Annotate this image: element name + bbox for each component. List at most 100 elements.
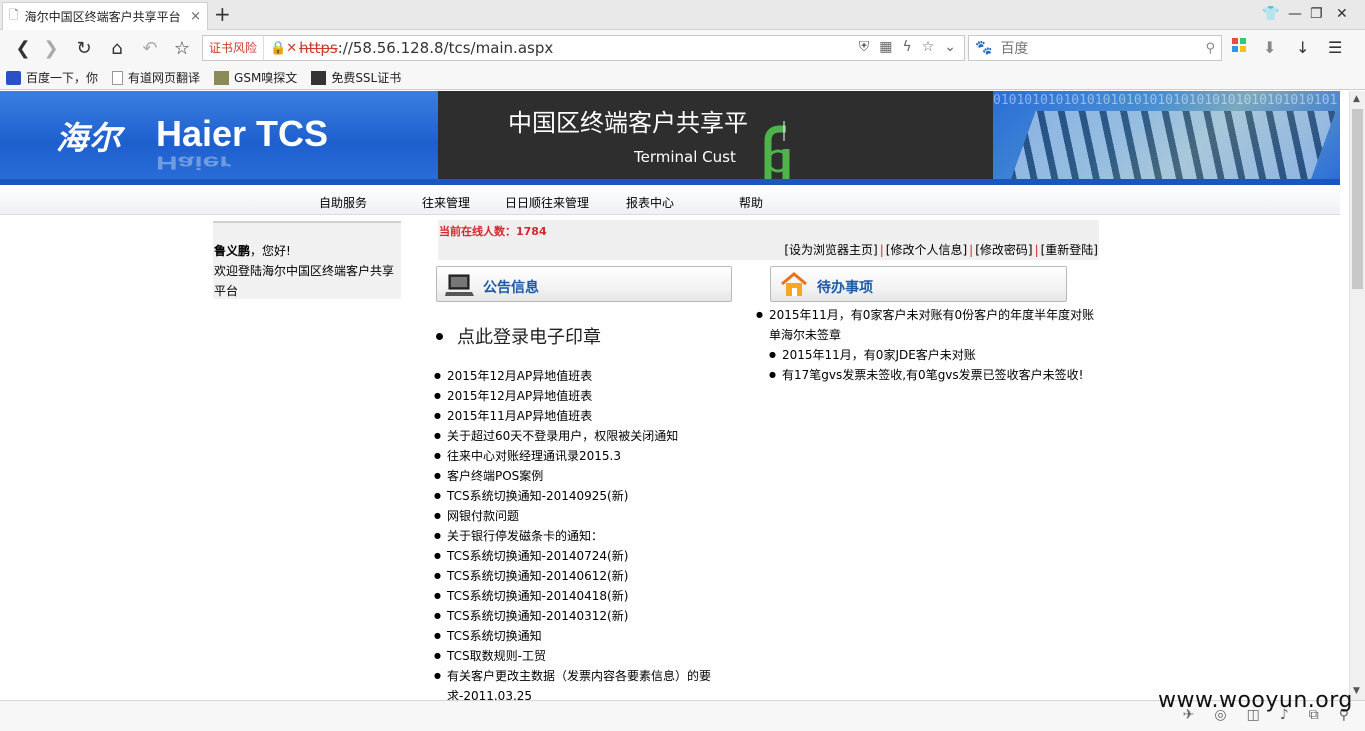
- tab-bar: 🗋 海尔中国区终端客户共享平台 × + 👕 — ❐ ✕: [0, 0, 1365, 30]
- site-banner: 海尔 Haier TCS Haier 中国区终端客户共享平 Terminal C…: [0, 91, 1340, 185]
- notice-item[interactable]: 有关客户更改主数据（发票内容各要素信息）的要求-2011.03.25: [434, 666, 716, 700]
- notice-item[interactable]: TCS系统切换通知: [434, 626, 734, 646]
- notice-item[interactable]: 关于银行停发磁条卡的通知：: [434, 526, 734, 546]
- notice-item[interactable]: TCS系统切换通知-20140312(新): [434, 606, 734, 626]
- shield-icon[interactable]: ⛨: [859, 39, 870, 55]
- notice-item[interactable]: TCS系统切换通知-20140418(新): [434, 586, 734, 606]
- forward-icon[interactable]: ❯: [40, 37, 62, 59]
- download-icon[interactable]: ↓: [1296, 38, 1309, 57]
- e-seal-login-text[interactable]: 点此登录电子印章: [457, 323, 601, 349]
- nav-toolbar: ❮ ❯ ↻ ⌂ ↶ ☆ 证书风险 🔒✕ https ://58.56.128.8…: [0, 30, 1365, 66]
- user-links: [设为浏览器主页] | [修改个人信息] | [修改密码] | [重新登陆]: [784, 241, 1098, 258]
- notice-item[interactable]: 网银付款问题: [434, 506, 734, 526]
- banner-subtitle: Terminal Cust: [634, 148, 736, 166]
- maximize-icon[interactable]: ❐: [1310, 6, 1323, 22]
- minimize-icon[interactable]: —: [1288, 6, 1302, 22]
- undo-icon[interactable]: ↶: [139, 37, 161, 59]
- new-tab-button[interactable]: +: [214, 3, 231, 25]
- notice-item[interactable]: 往来中心对账经理通讯录2015.3: [434, 446, 734, 466]
- notice-item[interactable]: 2015年12月AP异地值班表: [434, 366, 734, 386]
- menu-account-management[interactable]: 往来管理: [422, 194, 470, 211]
- bookmark-item[interactable]: 免费SSL证书: [311, 69, 401, 86]
- haier-cn-logo: 海尔: [56, 119, 123, 157]
- online-number: 1784: [516, 225, 547, 238]
- scroll-up-icon[interactable]: ▲: [1353, 94, 1360, 104]
- e-seal-login-link[interactable]: 点此登录电子印章: [436, 323, 601, 349]
- notice-panel-header: 公告信息: [436, 266, 732, 302]
- notice-item[interactable]: TCS系统切换通知-20140612(新): [434, 566, 734, 586]
- page-icon: 🗋: [9, 8, 19, 22]
- notice-item[interactable]: TCS系统切换通知-20140724(新): [434, 546, 734, 566]
- baidu-paw-icon: 🐾: [975, 40, 993, 56]
- apps-grid-icon[interactable]: [1232, 38, 1247, 57]
- todo-item[interactable]: 有17笔gvs发票未签收,有0笔gvs发票已签收客户未签收!: [769, 365, 1103, 385]
- dropdown-chevron-icon[interactable]: ⌄: [944, 39, 956, 55]
- shirt-icon[interactable]: 👕: [1262, 6, 1279, 22]
- menu-help[interactable]: 帮助: [739, 194, 763, 211]
- notice-item[interactable]: 客户终端POS案例: [434, 466, 734, 486]
- todo-item[interactable]: 2015年11月，有0家JDE客户未对账: [769, 345, 1103, 365]
- menu-report-center[interactable]: 报表中心: [626, 194, 674, 211]
- menu-self-service[interactable]: 自助服务: [319, 194, 367, 211]
- binary-pattern: 0101010101010101010101010101010101010101…: [993, 93, 1338, 108]
- search-box[interactable]: 🐾 百度 ⚲: [968, 35, 1222, 61]
- menu-icon[interactable]: ☰: [1328, 38, 1342, 57]
- close-window-icon[interactable]: ✕: [1336, 6, 1348, 22]
- site-favicon-icon: [311, 70, 327, 85]
- welcome-text: 欢迎登陆海尔中国区终端客户共享平台: [214, 264, 395, 298]
- relogin-link[interactable]: [重新登陆]: [1041, 243, 1098, 257]
- vertical-scrollbar[interactable]: ▲ ▼: [1349, 91, 1365, 700]
- bookmark-star-icon[interactable]: ☆: [171, 37, 193, 59]
- online-label: 当前在线人数：: [439, 225, 516, 238]
- bookmark-item[interactable]: GSM嗅探文: [214, 69, 297, 86]
- bookmark-label: GSM嗅探文: [234, 71, 298, 85]
- main-menu: 自助服务 往来管理 日日顺往来管理 报表中心 帮助: [0, 185, 1340, 215]
- favorite-star-icon[interactable]: ☆: [922, 39, 935, 55]
- search-icon[interactable]: ⚲: [1205, 41, 1215, 56]
- todo-item[interactable]: 2015年11月，有0家客户未对账有0份客户的年度半年度对账单海尔未签章: [756, 305, 1103, 345]
- qrcode-icon[interactable]: ▦: [879, 39, 892, 55]
- scrollbar-thumb[interactable]: [1352, 109, 1363, 289]
- search-input[interactable]: 百度: [1000, 38, 1197, 58]
- close-tab-icon[interactable]: ×: [190, 9, 201, 24]
- bookmark-label: 有道网页翻译: [128, 71, 201, 85]
- change-password-link[interactable]: [修改密码]: [975, 243, 1032, 257]
- notice-item[interactable]: 关于超过60天不登录用户，权限被关闭通知: [434, 426, 734, 446]
- house-icon: [781, 272, 807, 296]
- reload-icon[interactable]: ↻: [73, 37, 95, 59]
- address-bar[interactable]: 证书风险 🔒✕ https ://58.56.128.8/tcs/main.as…: [202, 35, 965, 61]
- back-icon[interactable]: ❮: [12, 37, 34, 59]
- notice-item[interactable]: TCS系统切换通知-20140925(新): [434, 486, 734, 506]
- user-greeting: 鲁义鹏，您好!: [214, 241, 399, 261]
- notice-item[interactable]: 2015年11月AP异地值班表: [434, 406, 734, 426]
- lightning-icon[interactable]: ϟ: [902, 39, 911, 55]
- watermark: www.wooyun.org: [1158, 688, 1353, 713]
- tab-title: 海尔中国区终端客户共享平台: [24, 10, 181, 24]
- home-icon[interactable]: ⌂: [106, 37, 128, 59]
- todo-list: 2015年11月，有0家客户未对账有0份客户的年度半年度对账单海尔未签章 201…: [756, 305, 1103, 385]
- baidu-paw-icon: [6, 70, 21, 85]
- site-favicon-icon: [214, 70, 230, 85]
- cert-risk-badge[interactable]: 证书风险: [203, 36, 265, 60]
- user-greeting-box: 鲁义鹏，您好! 欢迎登陆海尔中国区终端客户共享平台: [213, 221, 401, 299]
- scroll-down-icon[interactable]: ▼: [1353, 686, 1360, 696]
- notice-title: 公告信息: [483, 280, 539, 296]
- notice-item[interactable]: 2015年12月AP异地值班表: [434, 386, 734, 406]
- notice-list: 2015年12月AP异地值班表 2015年12月AP异地值班表 2015年11月…: [434, 366, 734, 700]
- user-name: 鲁义鹏: [214, 244, 251, 258]
- greeting-text: ，您好!: [250, 244, 291, 258]
- notice-item[interactable]: TCS取数规则-工贸: [434, 646, 734, 666]
- extension-icon[interactable]: ⬇: [1263, 38, 1276, 57]
- bookmark-item[interactable]: 百度一下，你: [6, 69, 98, 86]
- link-separator: |: [879, 243, 884, 257]
- todo-title: 待办事项: [817, 280, 873, 296]
- todo-panel-header: 待办事项: [770, 266, 1067, 302]
- browser-tab[interactable]: 🗋 海尔中国区终端客户共享平台 ×: [2, 2, 208, 30]
- bookmark-item[interactable]: 有道网页翻译: [112, 69, 200, 86]
- edit-profile-link[interactable]: [修改个人信息]: [886, 243, 967, 257]
- insecure-lock-icon[interactable]: 🔒✕: [270, 41, 297, 56]
- menu-rrs-account-management[interactable]: 日日顺往来管理: [505, 194, 589, 211]
- bookmarks-bar: 百度一下，你 有道网页翻译 GSM嗅探文 免费SSL证书: [0, 66, 1365, 90]
- set-homepage-link[interactable]: [设为浏览器主页]: [784, 243, 877, 257]
- url-tools: ⛨ ▦ ϟ ☆ ⌄: [859, 39, 956, 55]
